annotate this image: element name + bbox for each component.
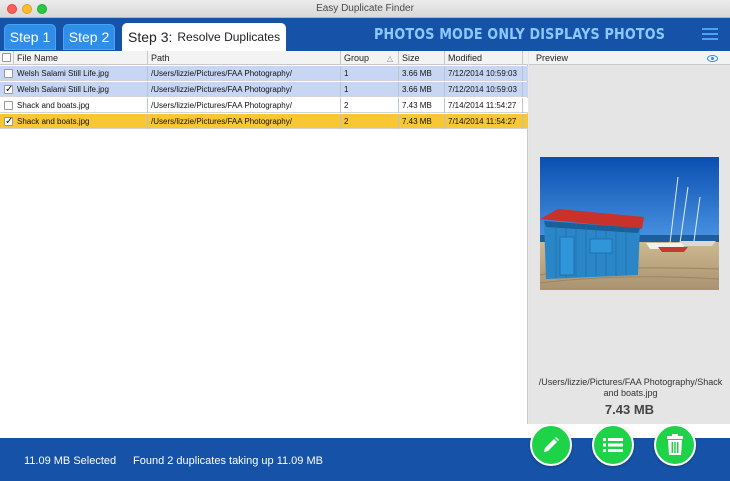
tab-step-3-name: Resolve Duplicates xyxy=(177,30,281,44)
preview-label: Preview xyxy=(536,53,569,63)
sort-ascending-icon: △ xyxy=(386,54,393,63)
tab-step-2[interactable]: Step 2 xyxy=(63,24,115,50)
size-cell: 7.43 MB xyxy=(399,98,445,113)
column-modified[interactable]: Modified xyxy=(445,51,523,65)
modified-cell: 7/14/2014 11:54:27 xyxy=(445,98,523,113)
table-row[interactable]: Welsh Salami Still Life.jpg/Users/lizzie… xyxy=(0,66,528,81)
file-name-cell: Shack and boats.jpg xyxy=(14,98,148,113)
file-name-cell: Shack and boats.jpg xyxy=(14,114,148,129)
column-group[interactable]: Group △ xyxy=(341,51,399,65)
file-name-cell: Welsh Salami Still Life.jpg xyxy=(14,82,148,97)
column-size[interactable]: Size xyxy=(399,51,445,65)
modified-cell: 7/14/2014 11:54:27 xyxy=(445,114,523,129)
table-row[interactable]: ✓ Welsh Salami Still Life.jpg/Users/lizzi… xyxy=(0,82,528,97)
modified-cell: 7/12/2014 10:59:03 xyxy=(445,66,523,81)
app-header: Step 1 Step 2 Step 3: Resolve Duplicates… xyxy=(0,18,730,51)
modified-cell: 7/12/2014 10:59:03 xyxy=(445,82,523,97)
tab-step-3[interactable]: Step 3: Resolve Duplicates xyxy=(122,23,286,51)
window-title: Easy Duplicate Finder xyxy=(316,3,414,14)
path-cell: /Users/lizzie/Pictures/FAA Photography/ xyxy=(148,114,341,129)
path-cell: /Users/lizzie/Pictures/FAA Photography/ xyxy=(148,98,341,113)
list-icon xyxy=(603,438,623,452)
table-row[interactable]: Shack and boats.jpg/Users/lizzie/Picture… xyxy=(0,98,528,113)
table-header: File Name Path Group △ Size Modified xyxy=(0,51,528,65)
hamburger-menu-icon[interactable] xyxy=(702,28,718,41)
list-view-button[interactable] xyxy=(592,424,634,466)
tab-step-3-number: Step 3: xyxy=(128,29,173,45)
row-end-cell xyxy=(523,66,528,81)
table-row[interactable]: ✓ Shack and boats.jpg/Users/lizzie/Pictur… xyxy=(0,114,528,129)
column-group-label: Group xyxy=(344,53,370,63)
group-cell: 1 xyxy=(341,66,399,81)
path-cell: /Users/lizzie/Pictures/FAA Photography/ xyxy=(148,82,341,97)
size-cell: 7.43 MB xyxy=(399,114,445,129)
eye-icon[interactable] xyxy=(707,55,718,62)
edit-button[interactable] xyxy=(530,424,572,466)
file-name-cell: Welsh Salami Still Life.jpg xyxy=(14,66,148,81)
row-end-cell xyxy=(523,82,528,97)
tab-step-1[interactable]: Step 1 xyxy=(4,24,56,50)
select-all-header[interactable] xyxy=(0,51,14,65)
path-cell: /Users/lizzie/Pictures/FAA Photography/ xyxy=(148,66,341,81)
mode-notice: PHOTOS MODE ONLY DISPLAYS PHOTOS xyxy=(374,25,666,43)
selected-size-status: 11.09 MB Selected xyxy=(24,455,117,467)
pencil-icon xyxy=(544,437,559,452)
preview-file-size: 7.43 MB xyxy=(604,402,655,417)
row-checkbox[interactable] xyxy=(4,101,13,110)
preview-pane: Preview /Users/lizzie/Pictures/FAA Photo… xyxy=(529,51,730,425)
group-cell: 2 xyxy=(341,114,399,129)
size-cell: 3.66 MB xyxy=(399,82,445,97)
delete-button[interactable] xyxy=(654,424,696,466)
preview-file-path: /Users/lizzie/Pictures/FAA Photography/S… xyxy=(538,377,723,398)
preview-image xyxy=(540,157,719,290)
row-checkbox[interactable]: ✓ xyxy=(4,117,13,127)
duplicates-found-status: Found 2 duplicates taking up 11.09 MB xyxy=(133,455,323,467)
preview-header: Preview xyxy=(529,51,730,65)
column-file-name[interactable]: File Name xyxy=(14,51,148,65)
column-path[interactable]: Path xyxy=(148,51,341,65)
select-all-checkbox[interactable] xyxy=(2,53,11,62)
group-cell: 2 xyxy=(341,98,399,113)
group-cell: 1 xyxy=(341,82,399,97)
row-checkbox[interactable]: ✓ xyxy=(4,85,13,95)
duplicates-table: File Name Path Group △ Size Modified Wel… xyxy=(0,51,528,425)
window-titlebar: Easy Duplicate Finder xyxy=(0,0,730,18)
size-cell: 3.66 MB xyxy=(399,66,445,81)
trash-icon xyxy=(667,434,683,455)
row-end-cell xyxy=(523,114,528,129)
row-checkbox[interactable] xyxy=(4,69,13,78)
row-end-cell xyxy=(523,98,528,113)
